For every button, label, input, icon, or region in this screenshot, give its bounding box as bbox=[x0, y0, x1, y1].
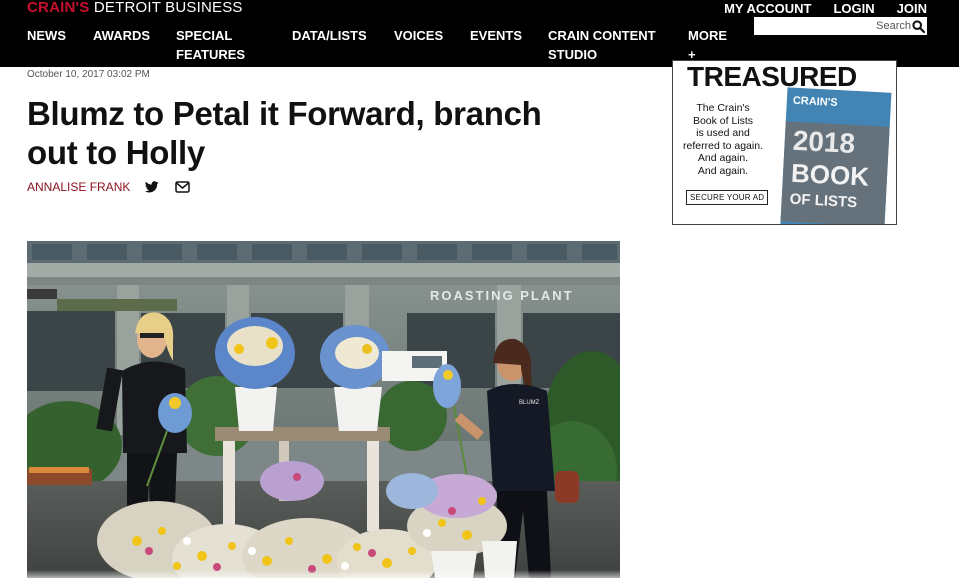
ad-copy-line: The Crain's bbox=[696, 102, 750, 114]
article-dateline: October 10, 2017 03:02 PM bbox=[27, 69, 150, 80]
nav-awards[interactable]: AWARDS bbox=[93, 26, 150, 45]
nav-more[interactable]: MORE bbox=[688, 26, 727, 45]
nav-crain-content-studio-line1[interactable]: CRAIN CONTENT bbox=[548, 26, 656, 45]
secure-your-ad-button[interactable]: SECURE YOUR AD bbox=[686, 190, 769, 205]
nav-special-features-line2[interactable]: FEATURES bbox=[176, 45, 245, 64]
article-photo: ROASTING PLANT BLUMZ bbox=[27, 241, 620, 578]
logo-publication: DETROIT BUSINESS bbox=[89, 0, 243, 16]
nav-special-features-line1[interactable]: SPECIAL bbox=[176, 26, 232, 45]
book-brand: CRAIN'S bbox=[793, 95, 838, 109]
ad-copy-line: And again. bbox=[697, 164, 749, 177]
book-cover-image: CRAIN'S 2018 BOOK OF LISTS bbox=[780, 87, 892, 224]
login-link[interactable]: LOGIN bbox=[833, 1, 874, 16]
book-title-line1: BOOK bbox=[790, 158, 870, 192]
ad-copy-line: referred to again. bbox=[683, 139, 763, 152]
article-headline: Blumz to Petal it Forward, branch out to… bbox=[27, 95, 542, 171]
shirt-text: BLUMZ bbox=[519, 400, 540, 406]
ad-copy-line: And again. bbox=[697, 152, 749, 164]
nav-events[interactable]: EVENTS bbox=[470, 26, 522, 45]
nav-crain-content-studio-line2[interactable]: STUDIO bbox=[548, 45, 597, 64]
book-year: 2018 bbox=[792, 125, 856, 159]
my-account-link[interactable]: MY ACCOUNT bbox=[724, 1, 811, 16]
nav-voices[interactable]: VOICES bbox=[394, 26, 443, 45]
twitter-icon[interactable] bbox=[144, 180, 160, 194]
book-title-line2: OF LISTS bbox=[789, 191, 857, 212]
book-of-lists-ad[interactable]: TREASURED The Crain's Book of Lists is u… bbox=[672, 60, 897, 225]
nav-data-lists[interactable]: DATA/LISTS bbox=[292, 26, 367, 45]
article-byline: ANNALISE FRANK bbox=[27, 180, 190, 194]
nav-news[interactable]: NEWS bbox=[27, 26, 66, 45]
ad-copy: The Crain's Book of Lists is used and re… bbox=[677, 102, 769, 177]
photo-scene: ROASTING PLANT BLUMZ bbox=[27, 241, 620, 578]
ad-copy-line: Book of Lists bbox=[692, 114, 754, 127]
ad-copy-line: is used and bbox=[696, 127, 750, 139]
email-icon[interactable] bbox=[174, 180, 190, 194]
author-link[interactable]: ANNALISE FRANK bbox=[27, 180, 130, 194]
logo-brand: CRAIN'S bbox=[27, 0, 90, 16]
site-header: CRAIN'S DETROIT BUSINESS MY ACCOUNT LOGI… bbox=[0, 0, 959, 67]
site-logo[interactable]: CRAIN'S DETROIT BUSINESS bbox=[27, 0, 243, 16]
storefront-sign: ROASTING PLANT bbox=[430, 288, 574, 303]
account-links: MY ACCOUNT LOGIN JOIN bbox=[724, 1, 927, 16]
join-link[interactable]: JOIN bbox=[897, 1, 927, 16]
